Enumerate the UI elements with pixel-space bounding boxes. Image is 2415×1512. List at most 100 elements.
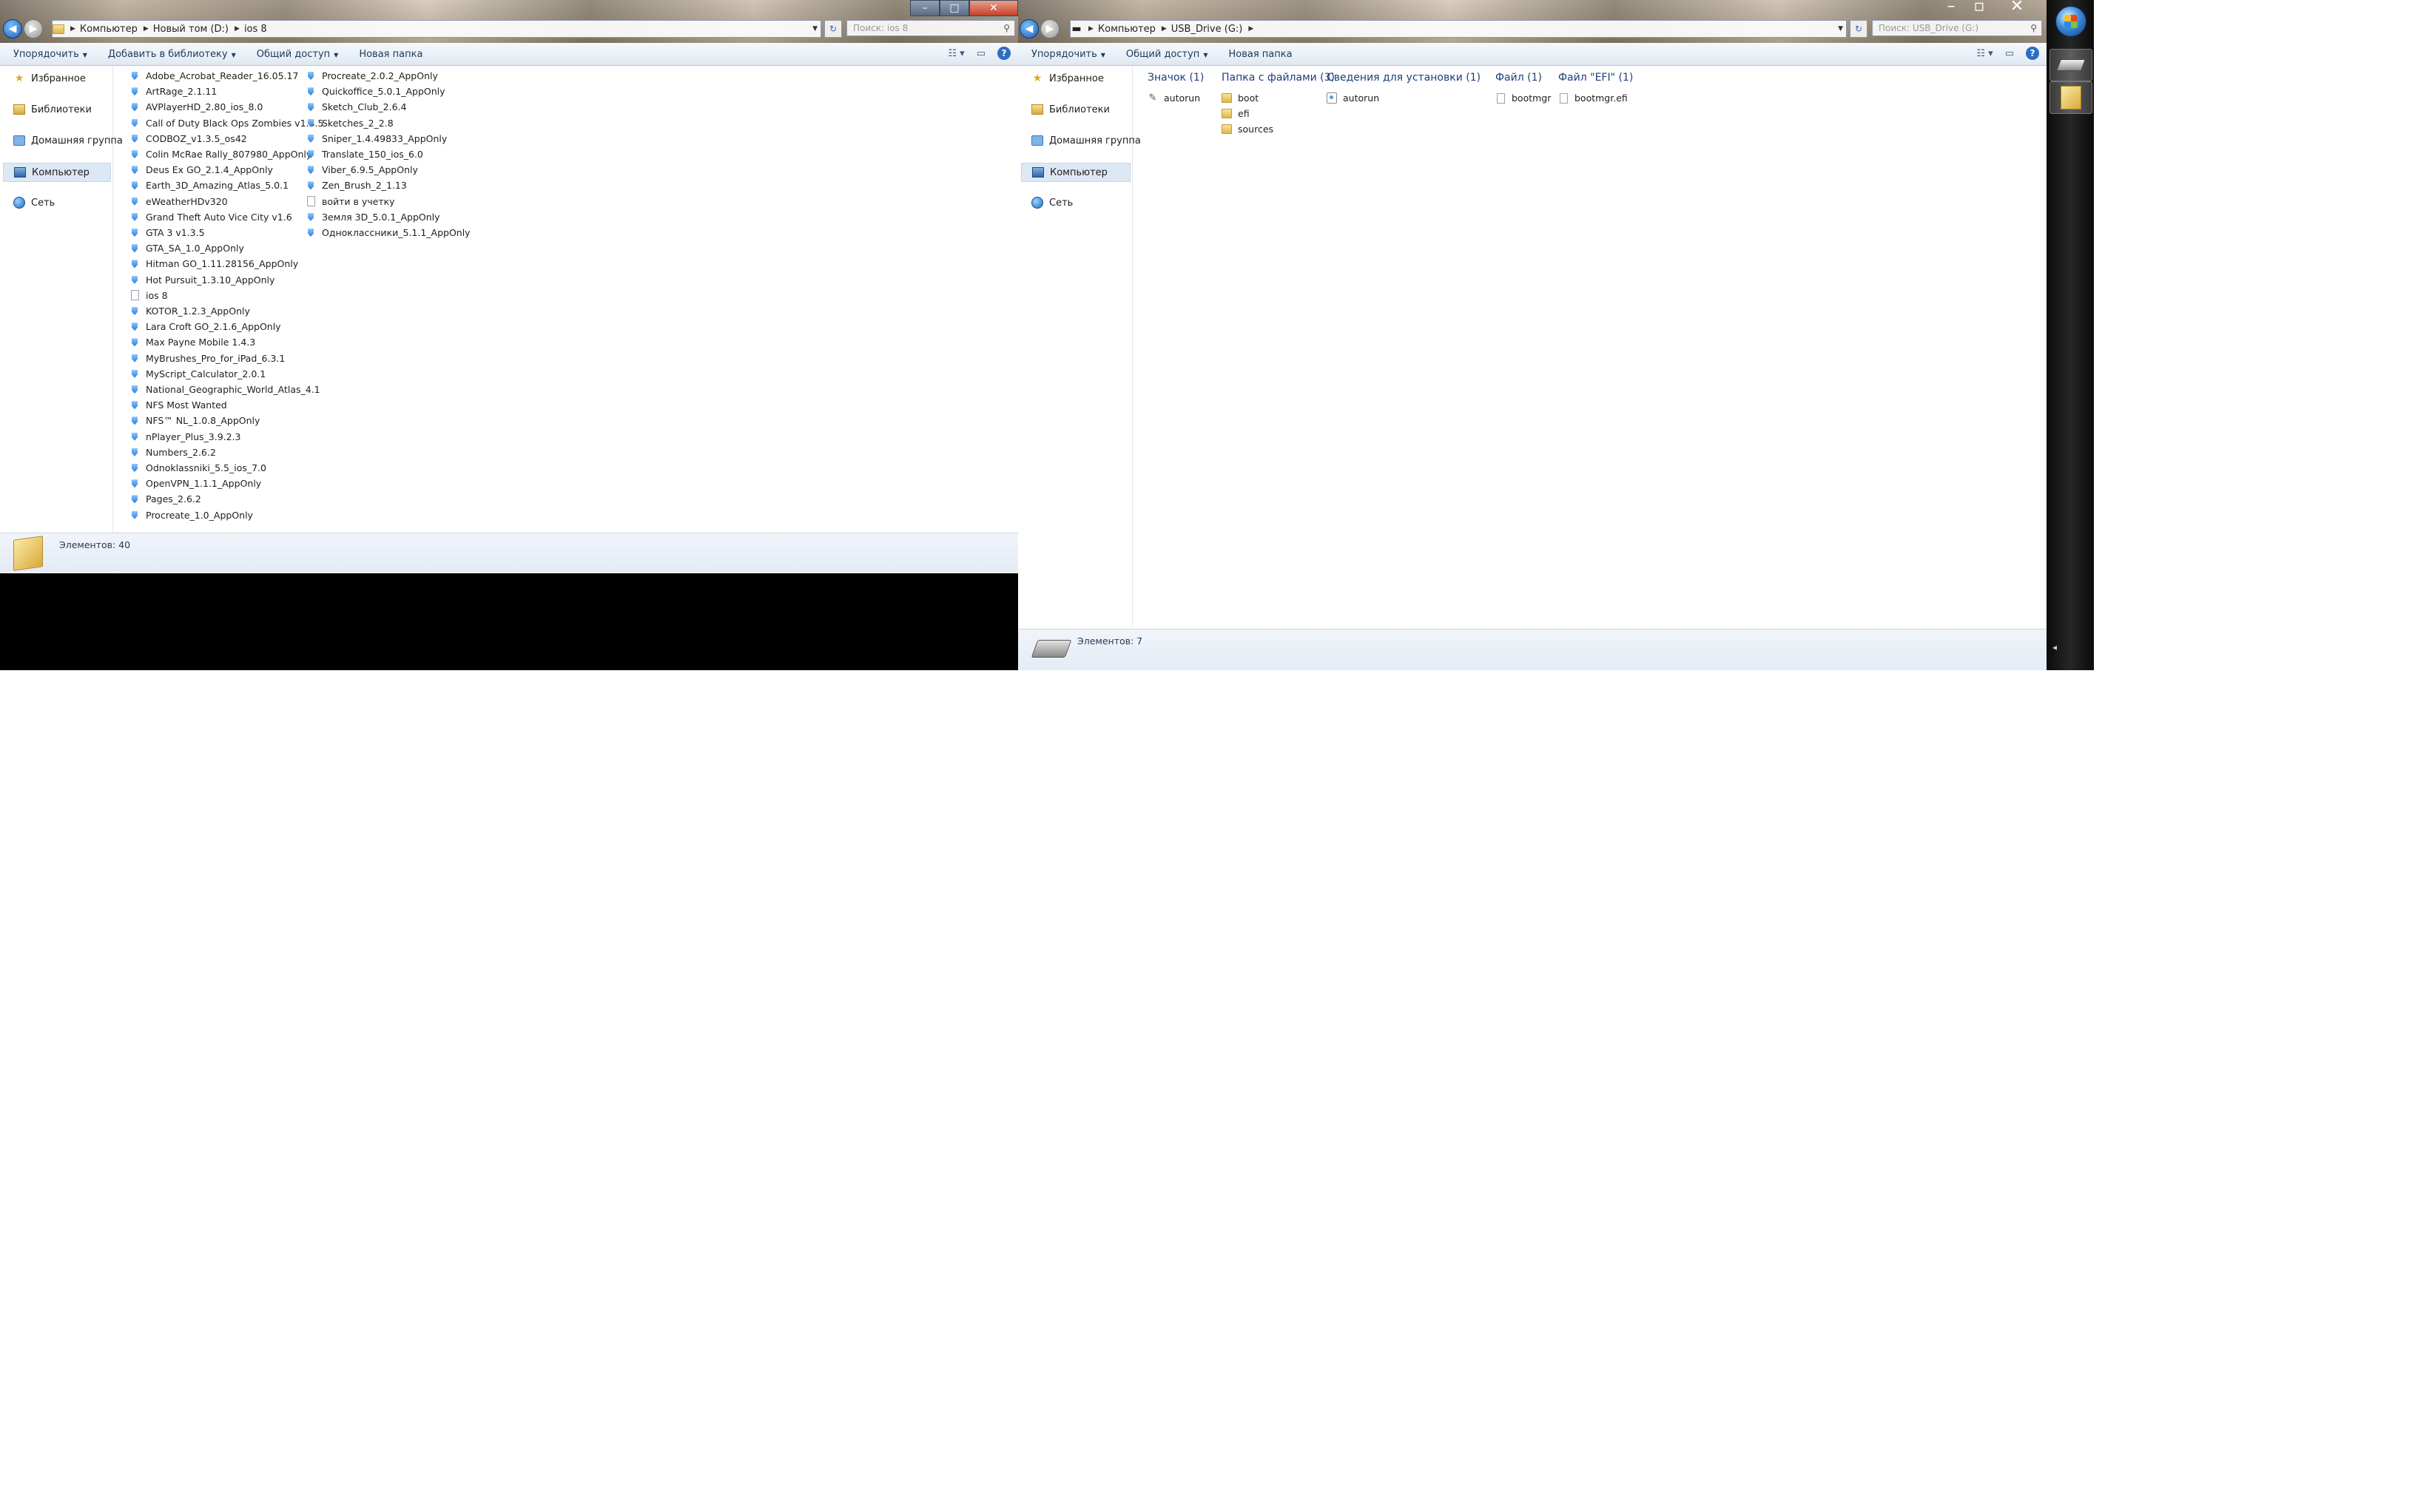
file-item[interactable]: eWeatherHDv320 xyxy=(129,194,228,209)
file-item[interactable]: Earth_3D_Amazing_Atlas_5.0.1 xyxy=(129,178,289,193)
preview-pane-icon[interactable]: ▭ xyxy=(2005,48,2014,59)
file-item[interactable]: войти в учетку xyxy=(306,194,395,209)
chevron-down-icon[interactable]: ▼ xyxy=(1838,25,1843,33)
nav-favorites[interactable]: ★ Избранное xyxy=(1031,70,1104,87)
organize-button[interactable]: Упорядочить ▼ xyxy=(1031,49,1105,60)
file-item[interactable]: autorun xyxy=(1327,90,1379,106)
show-hidden-icons-icon[interactable]: ◂ xyxy=(2052,642,2057,652)
file-item[interactable]: ✎ autorun xyxy=(1148,90,1201,106)
file-item[interactable]: Numbers_2.6.2 xyxy=(129,445,216,460)
windows-start-icon[interactable] xyxy=(2055,6,2086,37)
nav-computer[interactable]: Компьютер xyxy=(1021,163,1131,182)
add-to-library-button[interactable]: Добавить в библиотеку ▼ xyxy=(108,49,236,60)
file-item[interactable]: Viber_6.9.5_AppOnly xyxy=(306,162,418,178)
share-button[interactable]: Общий доступ ▼ xyxy=(257,49,339,60)
nav-libraries[interactable]: Библиотеки xyxy=(13,101,92,118)
file-item[interactable]: MyScript_Calculator_2.0.1 xyxy=(129,366,266,382)
breadcrumb-computer[interactable]: Компьютер xyxy=(80,24,138,35)
file-item[interactable]: ArtRage_2.1.11 xyxy=(129,84,217,99)
file-item[interactable]: National_Geographic_World_Atlas_4.1 xyxy=(129,382,320,397)
file-item[interactable]: Sketches_2_2.8 xyxy=(306,115,394,131)
preview-pane-icon[interactable]: ▭ xyxy=(977,48,986,59)
file-item[interactable]: Hitman GO_1.11.28156_AppOnly xyxy=(129,256,298,271)
file-item[interactable]: Grand Theft Auto Vice City v1.6 xyxy=(129,209,292,225)
group-header[interactable]: Значок (1) xyxy=(1148,72,1204,84)
file-item[interactable]: bootmgr xyxy=(1495,90,1551,106)
file-item[interactable]: OpenVPN_1.1.1_AppOnly xyxy=(129,476,261,491)
maximize-button[interactable]: ▫ xyxy=(1965,0,1993,16)
search-input[interactable]: Поиск: ios 8 ⚲ xyxy=(846,20,1015,36)
file-item[interactable]: Sketch_Club_2.6.4 xyxy=(306,99,406,115)
minimize-button[interactable]: – xyxy=(1937,0,1965,16)
group-header[interactable]: Сведения для установки (1) xyxy=(1327,72,1481,84)
file-item[interactable]: Lara Croft GO_2.1.6_AppOnly xyxy=(129,319,281,334)
file-item[interactable]: Colin McRae Rally_807980_AppOnly xyxy=(129,146,311,162)
file-item[interactable]: ios 8 xyxy=(129,288,168,303)
file-item[interactable]: Hot Pursuit_1.3.10_AppOnly xyxy=(129,272,274,288)
back-arrow-icon[interactable]: ◀ xyxy=(1020,19,1039,38)
file-item[interactable]: Call of Duty Black Ops Zombies v1.3.5 xyxy=(129,115,323,131)
nav-computer[interactable]: Компьютер xyxy=(3,163,111,182)
close-button[interactable]: ✕ xyxy=(969,0,1018,16)
file-item[interactable]: Deus Ex GO_2.1.4_AppOnly xyxy=(129,162,273,178)
file-item[interactable]: Adobe_Acrobat_Reader_16.05.17 xyxy=(129,68,298,84)
breadcrumb-drive[interactable]: Новый том (D:) xyxy=(153,24,229,35)
file-item[interactable]: nPlayer_Plus_3.9.2.3 xyxy=(129,429,241,445)
address-bar[interactable]: ▬ ▶ Компьютер ▶ USB_Drive (G:) ▶ ▼ xyxy=(1070,20,1847,38)
forward-arrow-icon[interactable]: ▶ xyxy=(1040,19,1060,38)
file-item[interactable]: Одноклассники_5.1.1_AppOnly xyxy=(306,225,471,240)
breadcrumb-computer[interactable]: Компьютер xyxy=(1098,24,1156,35)
taskbar-explorer-button[interactable] xyxy=(2049,81,2092,114)
new-folder-button[interactable]: Новая папка xyxy=(1228,49,1292,60)
file-item[interactable]: bootmgr.efi xyxy=(1558,90,1628,106)
file-item[interactable]: Max Payne Mobile 1.4.3 xyxy=(129,334,255,350)
file-item[interactable]: KOTOR_1.2.3_AppOnly xyxy=(129,303,250,319)
organize-button[interactable]: Упорядочить ▼ xyxy=(13,49,87,60)
file-item[interactable]: Zen_Brush_2_1.13 xyxy=(306,178,407,193)
nav-favorites[interactable]: ★ Избранное xyxy=(13,70,86,87)
back-arrow-icon[interactable]: ◀ xyxy=(3,19,22,38)
nav-network[interactable]: Сеть xyxy=(13,194,55,212)
file-item[interactable]: Translate_150_ios_6.0 xyxy=(306,146,423,162)
file-item[interactable]: Procreate_2.0.2_AppOnly xyxy=(306,68,438,84)
nav-homegroup[interactable]: Домашняя группа xyxy=(1031,132,1141,149)
file-item[interactable]: Odnoklassniki_5.5_ios_7.0 xyxy=(129,460,266,476)
file-item[interactable]: sources xyxy=(1222,121,1273,137)
file-item[interactable]: Quickoffice_5.0.1_AppOnly xyxy=(306,84,445,99)
nav-network[interactable]: Сеть xyxy=(1031,194,1073,212)
search-input[interactable]: Поиск: USB_Drive (G:) ⚲ xyxy=(1872,20,2042,36)
share-button[interactable]: Общий доступ ▼ xyxy=(1126,49,1208,60)
file-item[interactable]: GTA 3 v1.3.5 xyxy=(129,225,205,240)
close-button[interactable]: ✕ xyxy=(1993,0,2041,16)
nav-homegroup[interactable]: Домашняя группа xyxy=(13,132,123,149)
nav-libraries[interactable]: Библиотеки xyxy=(1031,101,1110,118)
refresh-icon[interactable]: ↻ xyxy=(824,20,842,38)
group-header[interactable]: Папка с файлами (3) xyxy=(1222,72,1335,84)
file-item[interactable]: MyBrushes_Pro_for_iPad_6.3.1 xyxy=(129,351,285,366)
breadcrumb-folder[interactable]: ios 8 xyxy=(244,24,267,35)
address-bar[interactable]: ▶ Компьютер ▶ Новый том (D:) ▶ ios 8 ▼ xyxy=(52,20,821,38)
view-options-icon[interactable]: ☷ ▾ xyxy=(1976,48,1993,59)
chevron-down-icon[interactable]: ▼ xyxy=(812,25,818,33)
file-item[interactable]: efi xyxy=(1222,106,1250,121)
view-options-icon[interactable]: ☷ ▾ xyxy=(948,48,964,59)
refresh-icon[interactable]: ↻ xyxy=(1850,20,1867,38)
taskbar-usb-drive-button[interactable] xyxy=(2049,49,2092,81)
file-item[interactable]: Procreate_1.0_AppOnly xyxy=(129,507,253,523)
help-icon[interactable]: ? xyxy=(997,47,1011,60)
file-item[interactable]: NFS Most Wanted xyxy=(129,397,227,413)
file-item[interactable]: AVPlayerHD_2.80_ios_8.0 xyxy=(129,99,263,115)
file-item[interactable]: GTA_SA_1.0_AppOnly xyxy=(129,240,244,256)
group-header[interactable]: Файл (1) xyxy=(1495,72,1542,84)
group-header[interactable]: Файл "EFI" (1) xyxy=(1558,72,1633,84)
file-item[interactable]: CODBOZ_v1.3.5_os42 xyxy=(129,131,247,146)
file-item[interactable]: NFS™ NL_1.0.8_AppOnly xyxy=(129,413,260,428)
file-item[interactable]: Sniper_1.4.49833_AppOnly xyxy=(306,131,447,146)
file-item[interactable]: Земля 3D_5.0.1_AppOnly xyxy=(306,209,440,225)
file-item[interactable]: boot xyxy=(1222,90,1259,106)
file-item[interactable]: Pages_2.6.2 xyxy=(129,491,201,507)
help-icon[interactable]: ? xyxy=(2026,47,2039,60)
new-folder-button[interactable]: Новая папка xyxy=(359,49,422,60)
breadcrumb-drive[interactable]: USB_Drive (G:) xyxy=(1171,24,1243,35)
forward-arrow-icon[interactable]: ▶ xyxy=(24,19,43,38)
